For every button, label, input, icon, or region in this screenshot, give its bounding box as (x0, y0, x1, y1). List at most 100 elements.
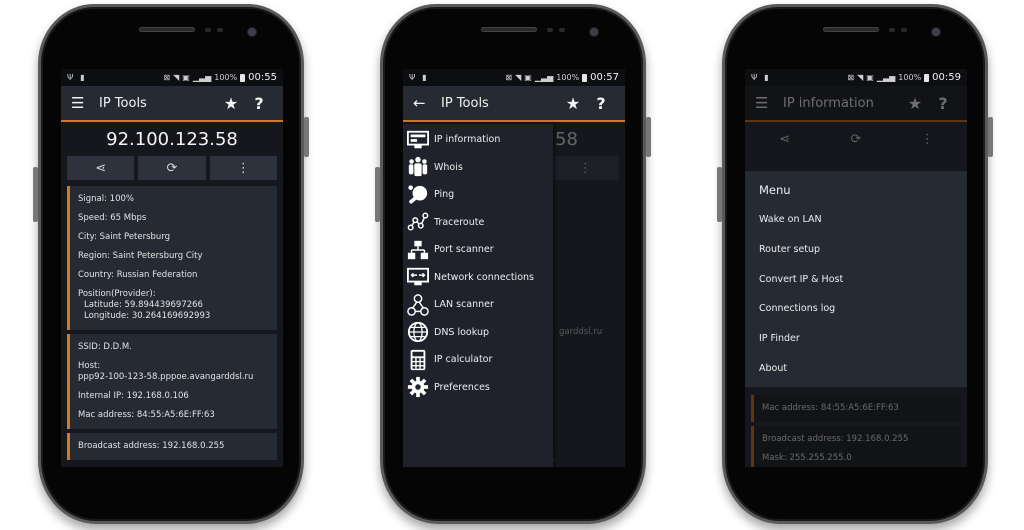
drawer-item-ip-calculator[interactable]: IP calculator (403, 346, 553, 374)
refresh-icon: ⟳ (850, 131, 862, 147)
host-value: ppp92-100-123-58.pppoe.avangarddsl.ru (78, 372, 254, 382)
call-icon: ▣ (524, 72, 532, 82)
menu-item-connections-log[interactable]: Connections log (759, 294, 953, 324)
country: Country: Russian Federation (78, 270, 198, 280)
wifi-icon: ◥ (857, 72, 864, 82)
drawer-item-port-scanner[interactable]: Port scanner (403, 236, 553, 264)
share-icon: ⋖ (95, 160, 107, 176)
menu-item-ip-finder[interactable]: IP Finder (759, 324, 953, 354)
overflow-menu: Menu Wake on LAN Router setup Convert IP… (745, 171, 967, 387)
menu-icon[interactable]: ☰ (71, 94, 97, 112)
share-button: ⋖ (751, 127, 819, 151)
back-arrow-icon[interactable]: ← (413, 94, 439, 112)
sensor (889, 28, 895, 32)
speed: Speed: 65 Mbps (78, 213, 147, 223)
mac-card: Mac address: 84:55:A5:6E:FF:63 (751, 395, 961, 422)
clock: 00:57 (590, 72, 619, 83)
calculator-icon (405, 349, 431, 371)
front-camera (931, 27, 941, 37)
drawer-item-ping[interactable]: Ping (403, 181, 553, 209)
usb-icon: Ψ (67, 72, 74, 82)
battery-icon (240, 73, 246, 82)
info-cards: Signal: 100% Speed: 65 Mbps City: Saint … (61, 180, 283, 460)
city: City: Saint Petersburg (78, 232, 171, 242)
lan-scanner-icon (405, 293, 431, 316)
drawer-label: Ping (434, 189, 455, 201)
drawer-item-whois[interactable]: Whois (403, 154, 553, 182)
position-label: Position(Provider): (78, 289, 156, 299)
screen: Ψ ▮ ⊠ ◥ ▣ ▁▃▅ 100% 00:57 ← IP Tools ★ ? 5… (403, 69, 625, 467)
drawer-item-preferences[interactable]: Preferences (403, 374, 553, 402)
menu-item-convert-ip-host[interactable]: Convert IP & Host (759, 264, 953, 294)
power-button (988, 117, 993, 157)
traceroute-icon (405, 211, 431, 233)
drawer-item-traceroute[interactable]: Traceroute (403, 209, 553, 237)
monitor-icon (405, 129, 431, 151)
sensor (901, 28, 907, 32)
host-partial: garddsl.ru (559, 327, 603, 337)
network-connections-icon (405, 266, 431, 288)
refresh-button[interactable]: ⟳ (138, 156, 206, 180)
mute-icon: ⊠ (163, 72, 171, 82)
mute-icon: ⊠ (505, 72, 513, 82)
mac-address: Mac address: 84:55:A5:6E:FF:63 (78, 410, 215, 420)
internal-ip: Internal IP: 192.168.0.106 (78, 391, 189, 401)
phone-ip-tools: Ψ ▮ ⊠ ◥ ▣ ▁▃▅ 100% 00:55 ☰ IP Tools ★ ? 9… (33, 4, 309, 524)
drawer-label: Traceroute (434, 216, 485, 228)
battery-percent: 100% (556, 72, 580, 82)
navigation-drawer: IP information Whois Ping Traceroute Por… (403, 124, 553, 467)
star-icon: ★ (907, 93, 923, 113)
gear-icon (405, 376, 431, 398)
region: Region: Saint Petersburg City (78, 251, 203, 261)
volume-button (375, 167, 380, 222)
drawer-item-network-connections[interactable]: Network connections (403, 264, 553, 292)
drawer-label: DNS lookup (434, 326, 489, 338)
more-button[interactable]: ⋮ (209, 156, 277, 180)
people-icon (405, 156, 431, 178)
front-camera (247, 27, 257, 37)
drawer-item-lan-scanner[interactable]: LAN scanner (403, 291, 553, 319)
screen: Ψ ▮ ⊠ ◥ ▣ ▁▃▅ 100% 00:55 ☰ IP Tools ★ ? 9… (61, 69, 283, 467)
broadcast-address: Broadcast address: 192.168.0.255 (78, 441, 225, 451)
drawer-label: Network connections (434, 271, 534, 283)
refresh-icon: ⟳ (166, 160, 178, 176)
status-bar: Ψ ▮ ⊠ ◥ ▣ ▁▃▅ 100% 00:57 (403, 69, 625, 86)
sensor (205, 28, 211, 32)
signal-icon: ▁▃▅ (534, 72, 554, 82)
help-icon[interactable]: ? (587, 94, 615, 113)
status-bar: Ψ ▮ ⊠ ◥ ▣ ▁▃▅ 100% 00:55 (61, 69, 283, 86)
volume-button (717, 167, 722, 222)
stage: Ψ ▮ ⊠ ◥ ▣ ▁▃▅ 100% 00:55 ☰ IP Tools ★ ? 9… (0, 0, 1024, 530)
menu-item-router-setup[interactable]: Router setup (759, 235, 953, 265)
star-icon[interactable]: ★ (217, 94, 245, 113)
sensor (559, 28, 565, 32)
menu-item-wake-on-lan[interactable]: Wake on LAN (759, 205, 953, 235)
app-bar: ☰ IP Tools ★ ? (61, 86, 283, 122)
status-bar: Ψ ▮ ⊠ ◥ ▣ ▁▃▅ 100% 00:59 (745, 69, 967, 86)
drawer-item-ip-information[interactable]: IP information (403, 126, 553, 154)
menu-item-about[interactable]: About (759, 353, 953, 383)
battery-small-icon: ▮ (422, 72, 427, 82)
menu-icon: ☰ (755, 94, 769, 112)
wifi-icon: ◥ (515, 72, 522, 82)
app-bar: ← IP Tools ★ ? (403, 86, 625, 122)
drawer-label: Port scanner (434, 244, 494, 256)
ping-pong-icon (405, 184, 431, 206)
longitude: Longitude: 30.264169692993 (84, 311, 211, 321)
signal-icon: ▁▃▅ (192, 72, 212, 82)
location-card: Signal: 100% Speed: 65 Mbps City: Saint … (67, 186, 277, 330)
drawer-label: IP information (434, 134, 501, 146)
help-icon[interactable]: ? (245, 94, 273, 113)
more-vert-icon: ⋮ (578, 160, 592, 176)
volume-button (33, 167, 38, 222)
speaker-grille (139, 27, 195, 32)
speaker-grille (481, 27, 537, 32)
help-icon: ? (938, 93, 948, 113)
battery-small-icon: ▮ (764, 72, 769, 82)
share-button[interactable]: ⋖ (67, 156, 135, 180)
drawer-item-dns-lookup[interactable]: DNS lookup (403, 319, 553, 347)
action-buttons: ⋖ ⟳ ⋮ (61, 156, 283, 180)
drawer-label: IP calculator (434, 354, 493, 366)
star-icon[interactable]: ★ (559, 94, 587, 113)
battery-icon (582, 73, 588, 82)
